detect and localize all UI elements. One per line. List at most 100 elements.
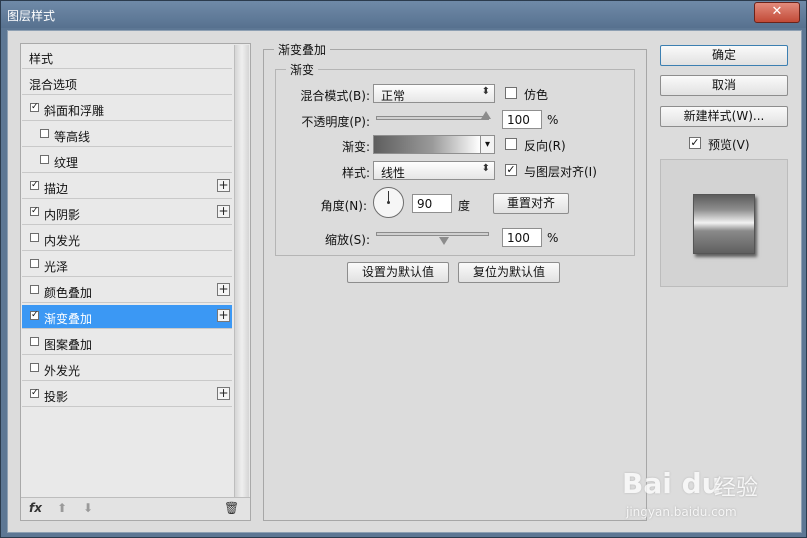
- style-list-item[interactable]: 光泽: [22, 253, 232, 277]
- angle-input[interactable]: 90: [412, 194, 452, 213]
- style-list-item-label: 光泽: [44, 260, 69, 274]
- scale-slider-thumb[interactable]: [438, 237, 449, 245]
- preview-checkbox[interactable]: ✓: [689, 137, 701, 149]
- scale-slider-track[interactable]: [376, 232, 489, 236]
- style-list-item[interactable]: ✓ 斜面和浮雕: [22, 97, 232, 121]
- watermark-logo: Bai du: [622, 467, 722, 500]
- style-list-toolbar: fx ⬆ ⬇ 🗑: [21, 497, 250, 520]
- close-icon: ✕: [771, 4, 783, 19]
- add-effect-icon[interactable]: +: [217, 309, 230, 322]
- style-list-item-label: 斜面和浮雕: [44, 104, 105, 118]
- dialog-client: 样式 混合选项 ✓ 斜面和浮雕 等高线 纹理 ✓ 描边 + ✓ 内阴影 + 内发光 光泽 颜色叠加 + ✓ 渐变叠…: [7, 30, 802, 533]
- watermark: Bai du 经验 jingyan.baidu.com: [616, 459, 796, 529]
- style-value: 线性: [381, 166, 406, 180]
- preview-panel: [660, 159, 788, 287]
- style-list-item[interactable]: 颜色叠加 +: [22, 279, 232, 303]
- dither-label: 仿色: [524, 88, 549, 102]
- style-select[interactable]: 线性 ⬍: [373, 161, 495, 180]
- blend-mode-value: 正常: [381, 89, 406, 103]
- style-enable-checkbox[interactable]: [30, 233, 39, 242]
- align-with-layer-label: 与图层对齐(I): [524, 165, 597, 179]
- reset-align-button[interactable]: 重置对齐: [493, 193, 569, 214]
- opacity-slider-track[interactable]: [376, 116, 489, 120]
- style-enable-checkbox[interactable]: ✓: [30, 181, 39, 190]
- style-enable-checkbox[interactable]: [40, 155, 49, 164]
- style-enable-checkbox[interactable]: [30, 285, 39, 294]
- style-list-item[interactable]: ✓ 内阴影 +: [22, 201, 232, 225]
- style-list-item-label: 样式: [29, 52, 54, 66]
- style-list-item[interactable]: 纹理: [22, 149, 232, 173]
- style-list-item-label: 图案叠加: [44, 338, 93, 352]
- preview-thumbnail: [693, 194, 755, 254]
- gradient-overlay-title: 渐变叠加: [274, 41, 331, 58]
- style-list-item[interactable]: 混合选项: [22, 71, 232, 95]
- style-enable-checkbox[interactable]: ✓: [30, 389, 39, 398]
- style-list-item-label: 渐变叠加: [44, 312, 93, 326]
- style-list-item[interactable]: ✓ 渐变叠加 +: [22, 305, 232, 329]
- gradient-subgroup: 渐变 混合模式(B): 正常 ⬍ 仿色 不透明度(P): 100 % 渐变: ▾: [275, 61, 635, 256]
- gradient-label: 渐变:: [341, 140, 370, 154]
- scale-input[interactable]: 100: [502, 228, 542, 247]
- style-list-item[interactable]: 图案叠加: [22, 331, 232, 355]
- style-list-item-label: 投影: [44, 390, 69, 404]
- watermark-url: jingyan.baidu.com: [626, 505, 737, 519]
- angle-center-dot: [387, 201, 390, 204]
- style-list-item-label: 外发光: [44, 364, 81, 378]
- style-list-item-label: 混合选项: [29, 78, 78, 92]
- fx-button[interactable]: fx: [29, 501, 42, 515]
- style-list-item-label: 颜色叠加: [44, 286, 93, 300]
- gradient-swatch[interactable]: [373, 135, 481, 154]
- scale-percent-unit: %: [547, 231, 559, 245]
- opacity-label: 不透明度(P):: [301, 115, 370, 129]
- style-enable-checkbox[interactable]: [30, 337, 39, 346]
- gradient-dropdown-icon[interactable]: ▾: [481, 135, 495, 154]
- select-arrow-icon: ⬍: [481, 86, 490, 97]
- opacity-input[interactable]: 100: [502, 110, 542, 129]
- scale-label: 缩放(S):: [324, 233, 370, 247]
- blend-mode-select[interactable]: 正常 ⬍: [373, 84, 495, 103]
- cancel-button[interactable]: 取消: [660, 75, 788, 96]
- style-list-item[interactable]: ✓ 描边 +: [22, 175, 232, 199]
- move-down-icon[interactable]: ⬇: [83, 501, 93, 515]
- gradient-subgroup-title: 渐变: [286, 61, 319, 78]
- reset-default-button[interactable]: 复位为默认值: [458, 262, 560, 283]
- add-effect-icon[interactable]: +: [217, 205, 230, 218]
- trash-icon[interactable]: 🗑: [224, 501, 239, 515]
- move-up-icon[interactable]: ⬆: [57, 501, 67, 515]
- dither-checkbox[interactable]: [505, 87, 517, 99]
- style-list-item[interactable]: 内发光: [22, 227, 232, 251]
- angle-dial[interactable]: [373, 187, 404, 218]
- watermark-cn-text: 经验: [714, 476, 759, 501]
- style-list-item[interactable]: 外发光: [22, 357, 232, 381]
- style-label: 样式:: [341, 166, 370, 180]
- style-enable-checkbox[interactable]: ✓: [30, 207, 39, 216]
- scrollbar[interactable]: [234, 45, 249, 497]
- opacity-percent-unit: %: [547, 113, 559, 127]
- add-effect-icon[interactable]: +: [217, 179, 230, 192]
- reverse-label: 反向(R): [524, 139, 566, 153]
- reverse-checkbox[interactable]: [505, 138, 517, 150]
- ok-button[interactable]: 确定: [660, 45, 788, 66]
- style-list-item[interactable]: 样式: [22, 45, 232, 69]
- style-enable-checkbox[interactable]: ✓: [30, 311, 39, 320]
- style-enable-checkbox[interactable]: [40, 129, 49, 138]
- angle-unit: 度: [458, 199, 471, 213]
- style-list-item[interactable]: ✓ 投影 +: [22, 383, 232, 407]
- style-enable-checkbox[interactable]: ✓: [30, 103, 39, 112]
- dialog-window: 图层样式 ✕ 样式 混合选项 ✓ 斜面和浮雕 等高线 纹理 ✓ 描边 + ✓ 内阴影 + 内发光 光泽 颜色…: [0, 0, 807, 538]
- opacity-slider-thumb[interactable]: [481, 111, 491, 119]
- set-default-button[interactable]: 设置为默认值: [347, 262, 449, 283]
- close-button[interactable]: ✕: [754, 2, 800, 23]
- add-effect-icon[interactable]: +: [217, 283, 230, 296]
- new-style-button[interactable]: 新建样式(W)...: [660, 106, 788, 127]
- align-with-layer-checkbox[interactable]: ✓: [505, 164, 517, 176]
- title-bar[interactable]: 图层样式 ✕: [1, 1, 806, 28]
- style-list-item-label: 内发光: [44, 234, 81, 248]
- add-effect-icon[interactable]: +: [217, 387, 230, 400]
- style-list-item[interactable]: 等高线: [22, 123, 232, 147]
- style-enable-checkbox[interactable]: [30, 259, 39, 268]
- style-enable-checkbox[interactable]: [30, 363, 39, 372]
- style-list-item-label: 内阴影: [44, 208, 81, 222]
- angle-label: 角度(N):: [320, 199, 367, 213]
- style-list-item-label: 等高线: [54, 130, 91, 144]
